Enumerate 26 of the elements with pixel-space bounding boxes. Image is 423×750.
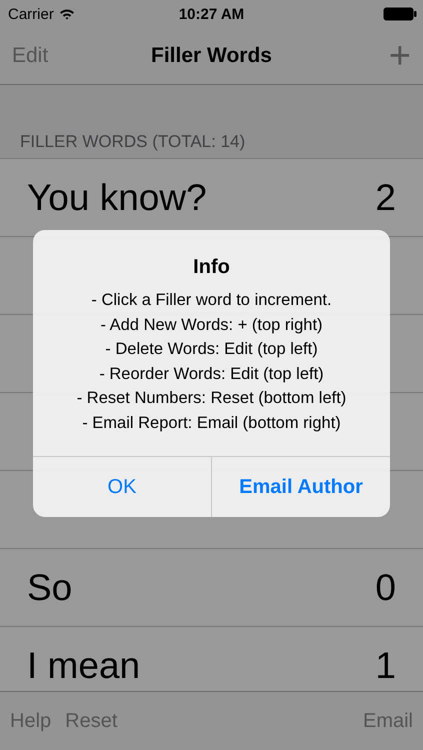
screen-title: Filler Words <box>151 44 272 67</box>
word-count: 0 <box>375 566 396 608</box>
alert-message-line: - Delete Words: Edit (top left) <box>105 339 318 360</box>
toolbar-button[interactable]: Reset <box>65 710 118 732</box>
add-button[interactable]: + <box>388 37 411 75</box>
filler-word: You know? <box>27 176 207 218</box>
alert-message-line: - Add New Words: + (top right) <box>100 314 323 336</box>
alert-title: Info <box>193 256 230 279</box>
alert-message-line: - Click a Filler word to increment. <box>91 290 332 311</box>
carrier-name: Carrier <box>8 6 54 22</box>
toolbar-button[interactable]: Help <box>10 710 52 732</box>
edit-button[interactable]: Edit <box>12 44 48 68</box>
filler-word: So <box>27 566 72 608</box>
ok-button[interactable]: OK <box>33 457 211 517</box>
alert-message-line: - Reorder Words: Edit (top left) <box>99 364 324 384</box>
clock-time: 10:27 AM <box>178 6 244 22</box>
filler-word: I mean <box>27 644 140 686</box>
wifi-icon <box>58 8 75 20</box>
alert-message-line: - Reset Numbers: Reset (bottom left) <box>76 388 346 409</box>
alert-message-line: - Email Report: Email (bottom right) <box>82 412 341 434</box>
word-count: 1 <box>375 644 396 686</box>
email-button[interactable]: Email <box>362 710 413 732</box>
battery-icon <box>383 7 417 21</box>
section-header: FILLER WORDS (TOTAL: 14) <box>20 132 246 151</box>
email-author-button[interactable]: Email Author <box>211 457 390 517</box>
word-count: 2 <box>375 176 396 218</box>
